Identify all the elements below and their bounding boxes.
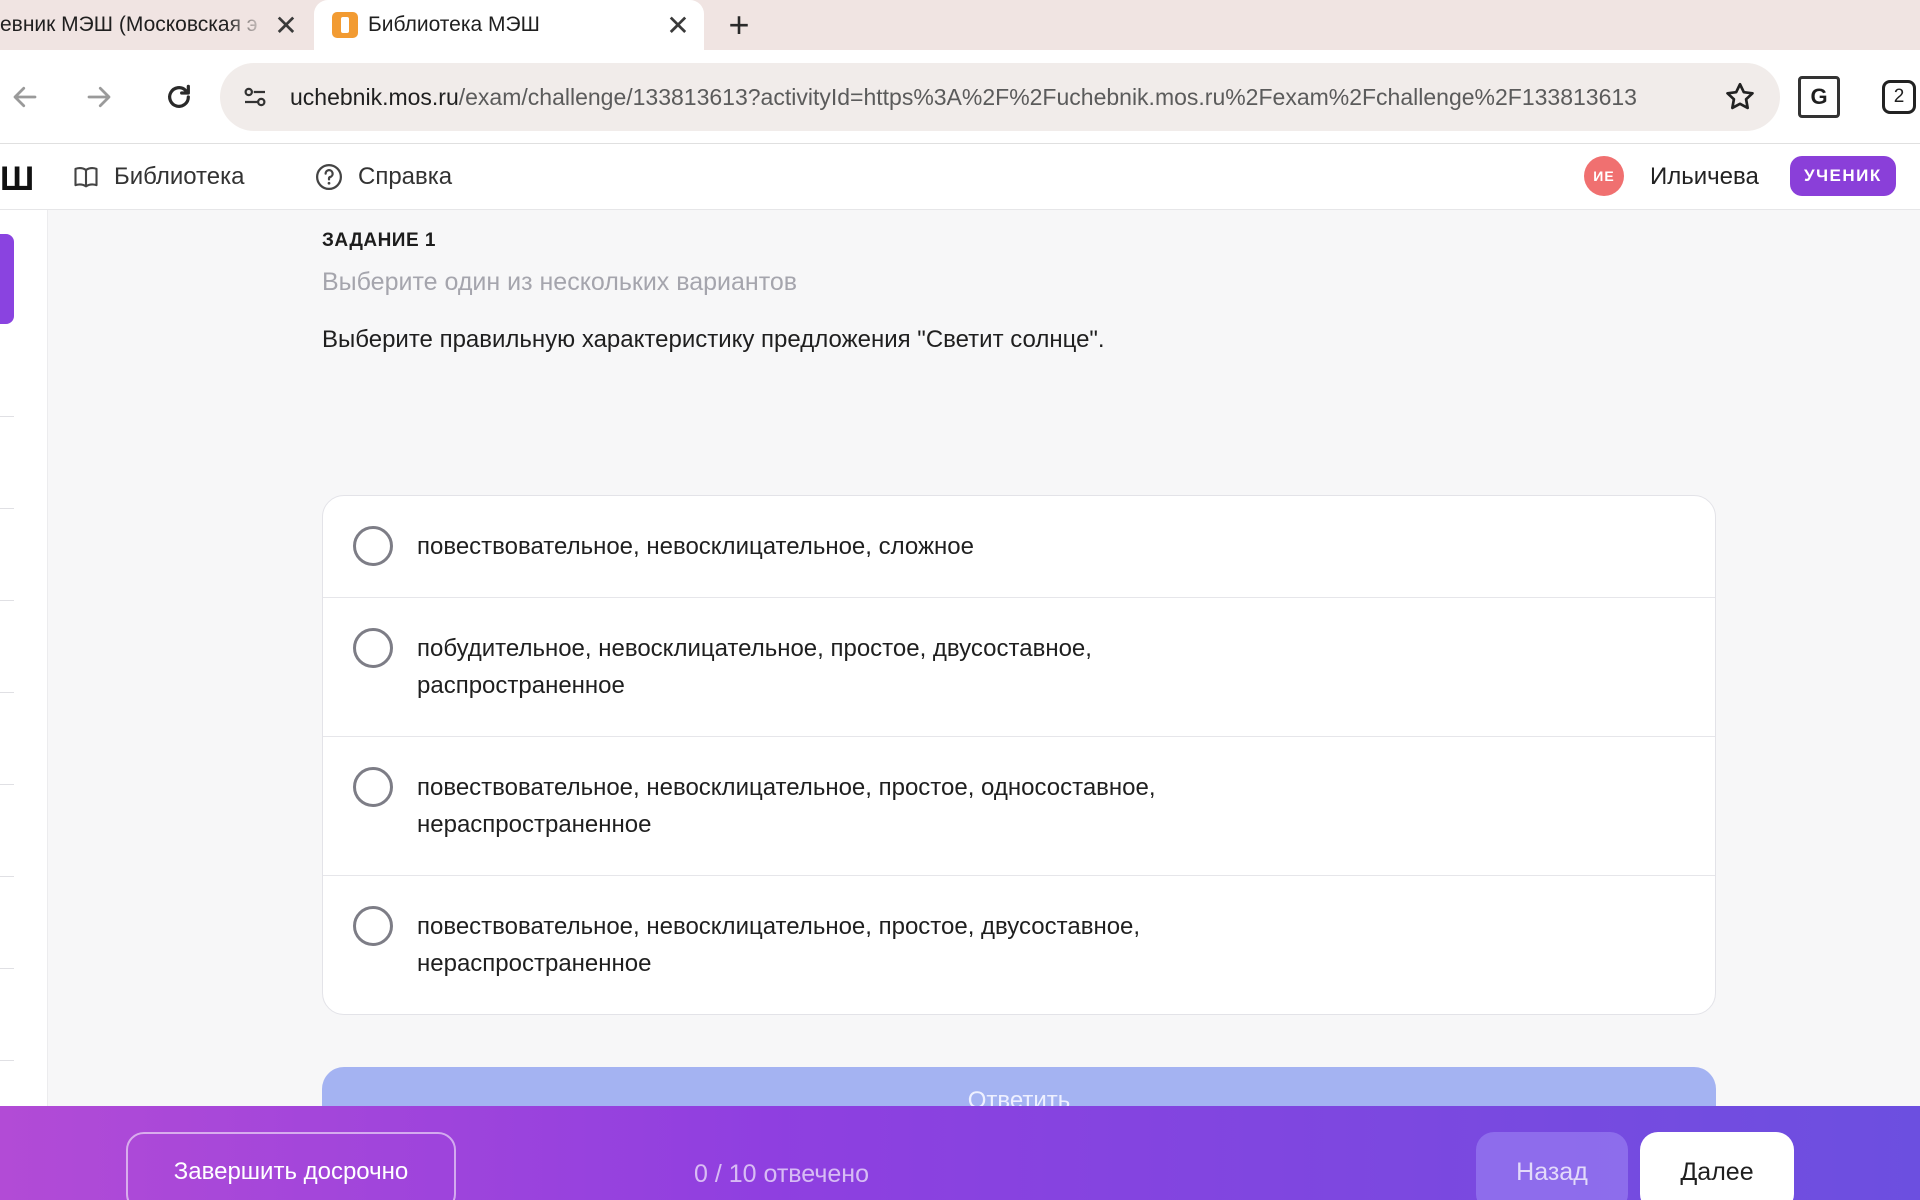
- task-hint: Выберите один из нескольких вариантов: [322, 268, 798, 296]
- answer-text: повествовательное, невосклицательное, пр…: [417, 774, 1156, 838]
- bottom-bar: Завершить досрочно 0 / 10 отвечено Назад…: [0, 1106, 1920, 1200]
- sidebar-divider: [0, 1060, 14, 1061]
- url-host: uchebnik.mos.ru: [290, 83, 459, 110]
- sidebar-divider: [0, 600, 14, 601]
- answer-options: повествовательное, невосклицательное, сл…: [322, 495, 1716, 1015]
- browser-tab-active[interactable]: Библиотека МЭШ ✕: [314, 0, 704, 50]
- username[interactable]: Ильичева: [1650, 144, 1759, 210]
- radio-button[interactable]: [353, 767, 393, 807]
- browser-toolbar: uchebnik.mos.ru/exam/challenge/133813613…: [0, 50, 1920, 144]
- favicon-icon: [332, 12, 358, 38]
- answer-option[interactable]: повествовательное, невосклицательное, сл…: [323, 496, 1715, 597]
- bookmark-star-icon[interactable]: [1720, 77, 1760, 117]
- url-path: /exam/challenge/133813613?activityId=htt…: [458, 83, 1637, 110]
- nav-library[interactable]: Библиотека: [72, 144, 245, 210]
- translate-icon[interactable]: G: [1798, 76, 1840, 118]
- forward-arrow-icon[interactable]: [74, 72, 124, 122]
- new-tab-icon[interactable]: +: [714, 0, 764, 50]
- next-button[interactable]: Далее: [1640, 1132, 1794, 1200]
- sidebar-divider: [0, 416, 14, 417]
- sidebar-active-indicator: [0, 234, 14, 324]
- answer-option[interactable]: повествовательное, невосклицательное, пр…: [323, 875, 1715, 1014]
- answer-option[interactable]: повествовательное, невосклицательное, пр…: [323, 736, 1715, 875]
- reload-icon[interactable]: [154, 72, 204, 122]
- radio-button[interactable]: [353, 526, 393, 566]
- avatar[interactable]: ИЕ: [1584, 156, 1624, 196]
- sidebar-divider: [0, 692, 14, 693]
- tab-title: Библиотека МЭШ: [368, 13, 540, 36]
- back-arrow-icon[interactable]: [0, 72, 50, 122]
- finish-early-button[interactable]: Завершить досрочно: [126, 1132, 456, 1200]
- sidebar-divider: [0, 968, 14, 969]
- address-bar[interactable]: uchebnik.mos.ru/exam/challenge/133813613…: [220, 63, 1780, 131]
- role-badge: УЧЕНИК: [1790, 156, 1896, 196]
- task-number: ЗАДАНИЕ 1: [322, 230, 436, 251]
- radio-button[interactable]: [353, 628, 393, 668]
- answer-text: повествовательное, невосклицательное, сл…: [417, 533, 974, 560]
- browser-tab-inactive[interactable]: евник МЭШ (Московская э ✕: [0, 0, 312, 50]
- nav-help-label: Справка: [358, 163, 453, 190]
- progress-counter: 0 / 10 отвечено: [694, 1160, 870, 1188]
- nav-library-label: Библиотека: [114, 163, 245, 190]
- answer-text: побудительное, невосклицательное, просто…: [417, 635, 1092, 699]
- task-area: ЗАДАНИЕ 1 Выберите один из нескольких ва…: [48, 210, 1920, 1127]
- sidebar-divider: [0, 784, 14, 785]
- sidebar-divider: [0, 508, 14, 509]
- app-header: Ш Библиотека Справка ИЕ Ильичева УЧЕНИК: [0, 144, 1920, 210]
- back-button[interactable]: Назад: [1476, 1132, 1628, 1200]
- help-circle-icon: [314, 162, 344, 192]
- url-text: uchebnik.mos.ru/exam/challenge/133813613…: [290, 84, 1680, 111]
- logo[interactable]: Ш: [0, 160, 34, 199]
- tab-title: евник МЭШ (Московская э: [0, 13, 258, 36]
- close-tab-icon[interactable]: ✕: [658, 5, 698, 45]
- radio-button[interactable]: [353, 906, 393, 946]
- answer-option[interactable]: побудительное, невосклицательное, просто…: [323, 597, 1715, 736]
- browser-tabstrip: евник МЭШ (Московская э ✕ Библиотека МЭШ…: [0, 0, 1920, 50]
- book-icon: [72, 163, 100, 191]
- answer-text: повествовательное, невосклицательное, пр…: [417, 913, 1141, 977]
- site-settings-icon[interactable]: [220, 82, 290, 112]
- sidebar-divider: [0, 876, 14, 877]
- question-text: Выберите правильную характеристику предл…: [322, 326, 1105, 353]
- sidebar: [0, 210, 48, 1110]
- close-tab-icon[interactable]: ✕: [266, 5, 306, 45]
- nav-help[interactable]: Справка: [314, 144, 452, 210]
- tab-count-badge[interactable]: 2: [1882, 80, 1916, 114]
